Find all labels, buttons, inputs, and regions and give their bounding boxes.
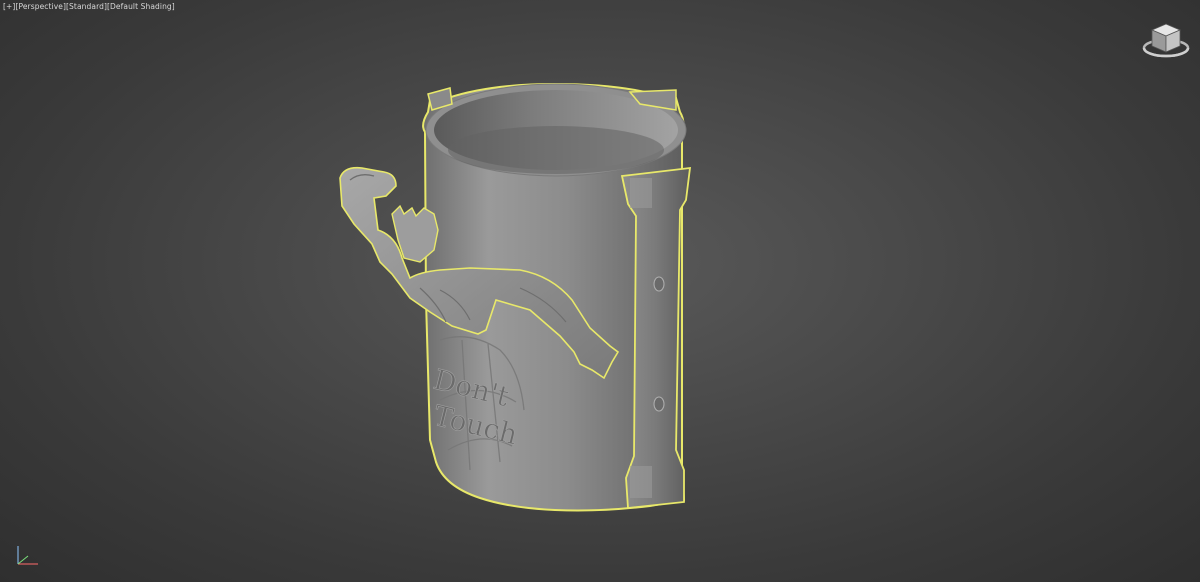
axis-tripod-icon xyxy=(17,546,38,565)
selected-object xyxy=(339,82,692,512)
3d-viewport[interactable]: [+] [Perspective] [Standard] [Default Sh… xyxy=(0,0,1200,582)
mug-model[interactable]: Don't Touch xyxy=(0,0,1200,582)
